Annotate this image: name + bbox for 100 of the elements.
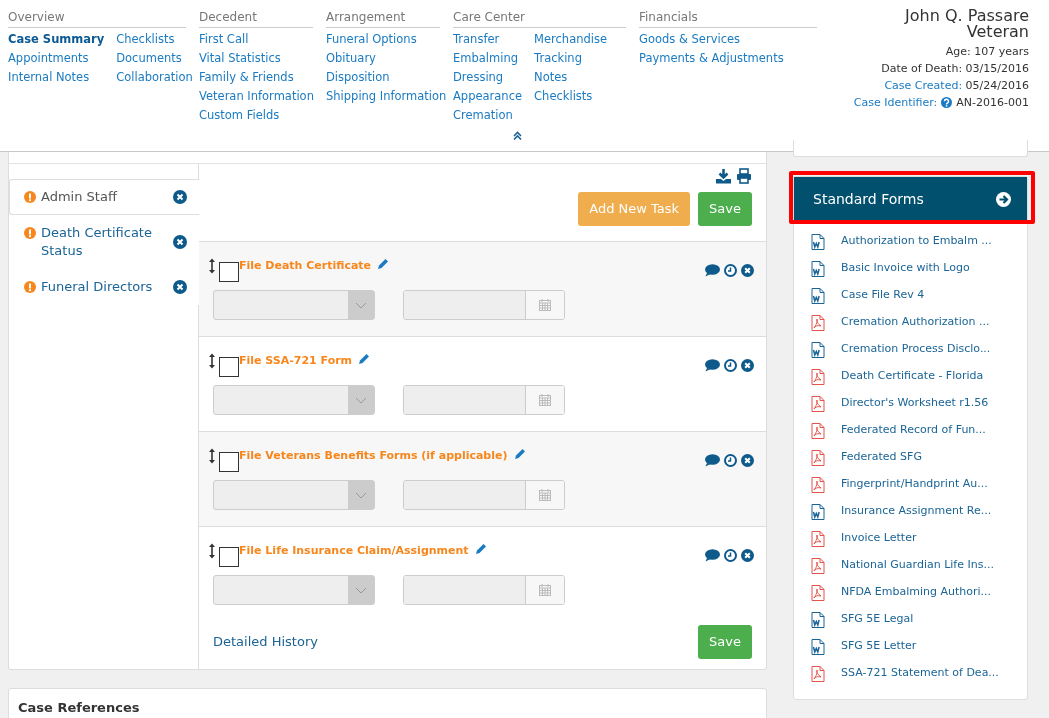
nav-link[interactable]: Goods & Services: [639, 30, 784, 49]
remove-icon[interactable]: [741, 454, 754, 467]
pencil-icon[interactable]: [377, 258, 390, 270]
nav-group-title: Overview: [8, 8, 186, 28]
nav-link[interactable]: Case Summary: [8, 30, 105, 49]
clock-icon[interactable]: [724, 264, 737, 277]
nav-link[interactable]: Internal Notes: [8, 68, 105, 87]
nav-link[interactable]: Cremation: [453, 106, 523, 125]
task-title: File Veterans Benefits Forms (if applicable): [239, 448, 508, 464]
pencil-icon[interactable]: [474, 543, 487, 555]
case-created-date: 05/24/2016: [965, 79, 1029, 92]
drag-handle-icon[interactable]: [208, 258, 216, 274]
nav-link[interactable]: Notes: [534, 68, 608, 87]
form-link[interactable]: SFG 5E Letter: [794, 633, 1027, 660]
form-link[interactable]: Federated Record of Fun...: [794, 417, 1027, 444]
side-tab[interactable]: Admin Staff: [9, 179, 200, 215]
date-field[interactable]: [403, 575, 565, 605]
remove-icon[interactable]: [173, 280, 187, 294]
comment-icon[interactable]: [705, 549, 720, 562]
comment-icon[interactable]: [705, 454, 720, 467]
nav-link[interactable]: Shipping Information: [326, 87, 447, 106]
remove-icon[interactable]: [173, 190, 187, 204]
detailed-history-link[interactable]: Detailed History: [213, 632, 318, 652]
pdf-document-icon: [811, 476, 825, 493]
remove-icon[interactable]: [741, 359, 754, 372]
date-field[interactable]: [403, 480, 565, 510]
task-checkbox[interactable]: [219, 262, 239, 282]
nav-link[interactable]: Family & Friends: [199, 68, 314, 87]
drag-handle-icon[interactable]: [208, 448, 216, 464]
nav-link[interactable]: Dressing: [453, 68, 523, 87]
clock-icon[interactable]: [724, 454, 737, 467]
case-identifier-link[interactable]: Case Identifier:: [853, 94, 938, 111]
select-field[interactable]: [213, 480, 375, 510]
task-title: File SSA-721 Form: [239, 353, 353, 369]
date-of-death-text: Date of Death: 03/15/2016: [881, 62, 1029, 75]
download-icon[interactable]: [715, 168, 732, 184]
task-checkbox[interactable]: [219, 452, 239, 472]
nav-group-title: Financials: [639, 8, 817, 28]
nav-link[interactable]: Transfer: [453, 30, 523, 49]
nav-link[interactable]: Tracking: [534, 49, 608, 68]
clock-icon[interactable]: [724, 549, 737, 562]
remove-icon[interactable]: [741, 264, 754, 277]
nav-link[interactable]: Funeral Options: [326, 30, 447, 49]
nav-link[interactable]: Obituary: [326, 49, 447, 68]
comment-icon[interactable]: [705, 264, 720, 277]
select-field[interactable]: [213, 385, 375, 415]
form-link[interactable]: Insurance Assignment Re...: [794, 498, 1027, 525]
select-field[interactable]: [213, 290, 375, 320]
nav-link[interactable]: Vital Statistics: [199, 49, 314, 68]
nav-link[interactable]: Payments & Adjustments: [639, 49, 784, 68]
save-button[interactable]: Save: [698, 625, 752, 659]
nav-link[interactable]: Appearance: [453, 87, 523, 106]
select-field[interactable]: [213, 575, 375, 605]
word-document-icon: [811, 341, 825, 358]
form-link[interactable]: National Guardian Life Ins...: [794, 552, 1027, 579]
nav-link[interactable]: Veteran Information: [199, 87, 314, 106]
task-checkbox[interactable]: [219, 357, 239, 377]
nav-link[interactable]: Documents: [116, 49, 193, 68]
remove-icon[interactable]: [741, 549, 754, 562]
save-button[interactable]: Save: [698, 192, 752, 226]
standard-forms-header[interactable]: Standard Forms: [794, 177, 1027, 221]
form-link[interactable]: SFG 5E Legal: [794, 606, 1027, 633]
nav-link[interactable]: Collaboration: [116, 68, 193, 87]
nav-link[interactable]: Disposition: [326, 68, 447, 87]
drag-handle-icon[interactable]: [208, 353, 216, 369]
chevron-down-icon: [355, 586, 367, 594]
form-link[interactable]: SSA-721 Statement of Dea...: [794, 660, 1027, 687]
date-field[interactable]: [403, 385, 565, 415]
form-link[interactable]: Basic Invoice with Logo: [794, 255, 1027, 282]
form-link[interactable]: Cremation Authorization ...: [794, 309, 1027, 336]
pencil-icon[interactable]: [358, 353, 371, 365]
nav-link[interactable]: Custom Fields: [199, 106, 314, 125]
nav-link[interactable]: Embalming: [453, 49, 523, 68]
nav-link[interactable]: Merchandise: [534, 30, 608, 49]
word-document-icon: [811, 638, 825, 655]
age-text: Age: 107 years: [945, 45, 1029, 58]
printer-icon[interactable]: [736, 168, 752, 184]
date-field[interactable]: [403, 290, 565, 320]
form-link[interactable]: Cremation Process Disclo...: [794, 336, 1027, 363]
task-checkbox[interactable]: [219, 547, 239, 567]
form-link[interactable]: Death Certificate - Florida: [794, 363, 1027, 390]
pencil-icon[interactable]: [513, 448, 526, 460]
form-link[interactable]: Invoice Letter: [794, 525, 1027, 552]
case-created-link[interactable]: Case Created:: [884, 79, 963, 92]
form-link[interactable]: Authorization to Embalm ...: [794, 228, 1027, 255]
form-link[interactable]: Fingerprint/Handprint Au...: [794, 471, 1027, 498]
chevron-down-icon: [355, 491, 367, 499]
form-link[interactable]: Case File Rev 4: [794, 282, 1027, 309]
remove-icon[interactable]: [173, 235, 187, 249]
nav-link[interactable]: Appointments: [8, 49, 105, 68]
form-link[interactable]: Federated SFG: [794, 444, 1027, 471]
form-link[interactable]: Director's Worksheet r1.56: [794, 390, 1027, 417]
clock-icon[interactable]: [724, 359, 737, 372]
nav-link[interactable]: First Call: [199, 30, 314, 49]
collapse-icon[interactable]: [513, 131, 522, 140]
nav-link[interactable]: Checklists: [534, 87, 608, 106]
form-link[interactable]: NFDA Embalming Authori...: [794, 579, 1027, 606]
comment-icon[interactable]: [705, 359, 720, 372]
drag-handle-icon[interactable]: [208, 543, 216, 559]
nav-link[interactable]: Checklists: [116, 30, 193, 49]
